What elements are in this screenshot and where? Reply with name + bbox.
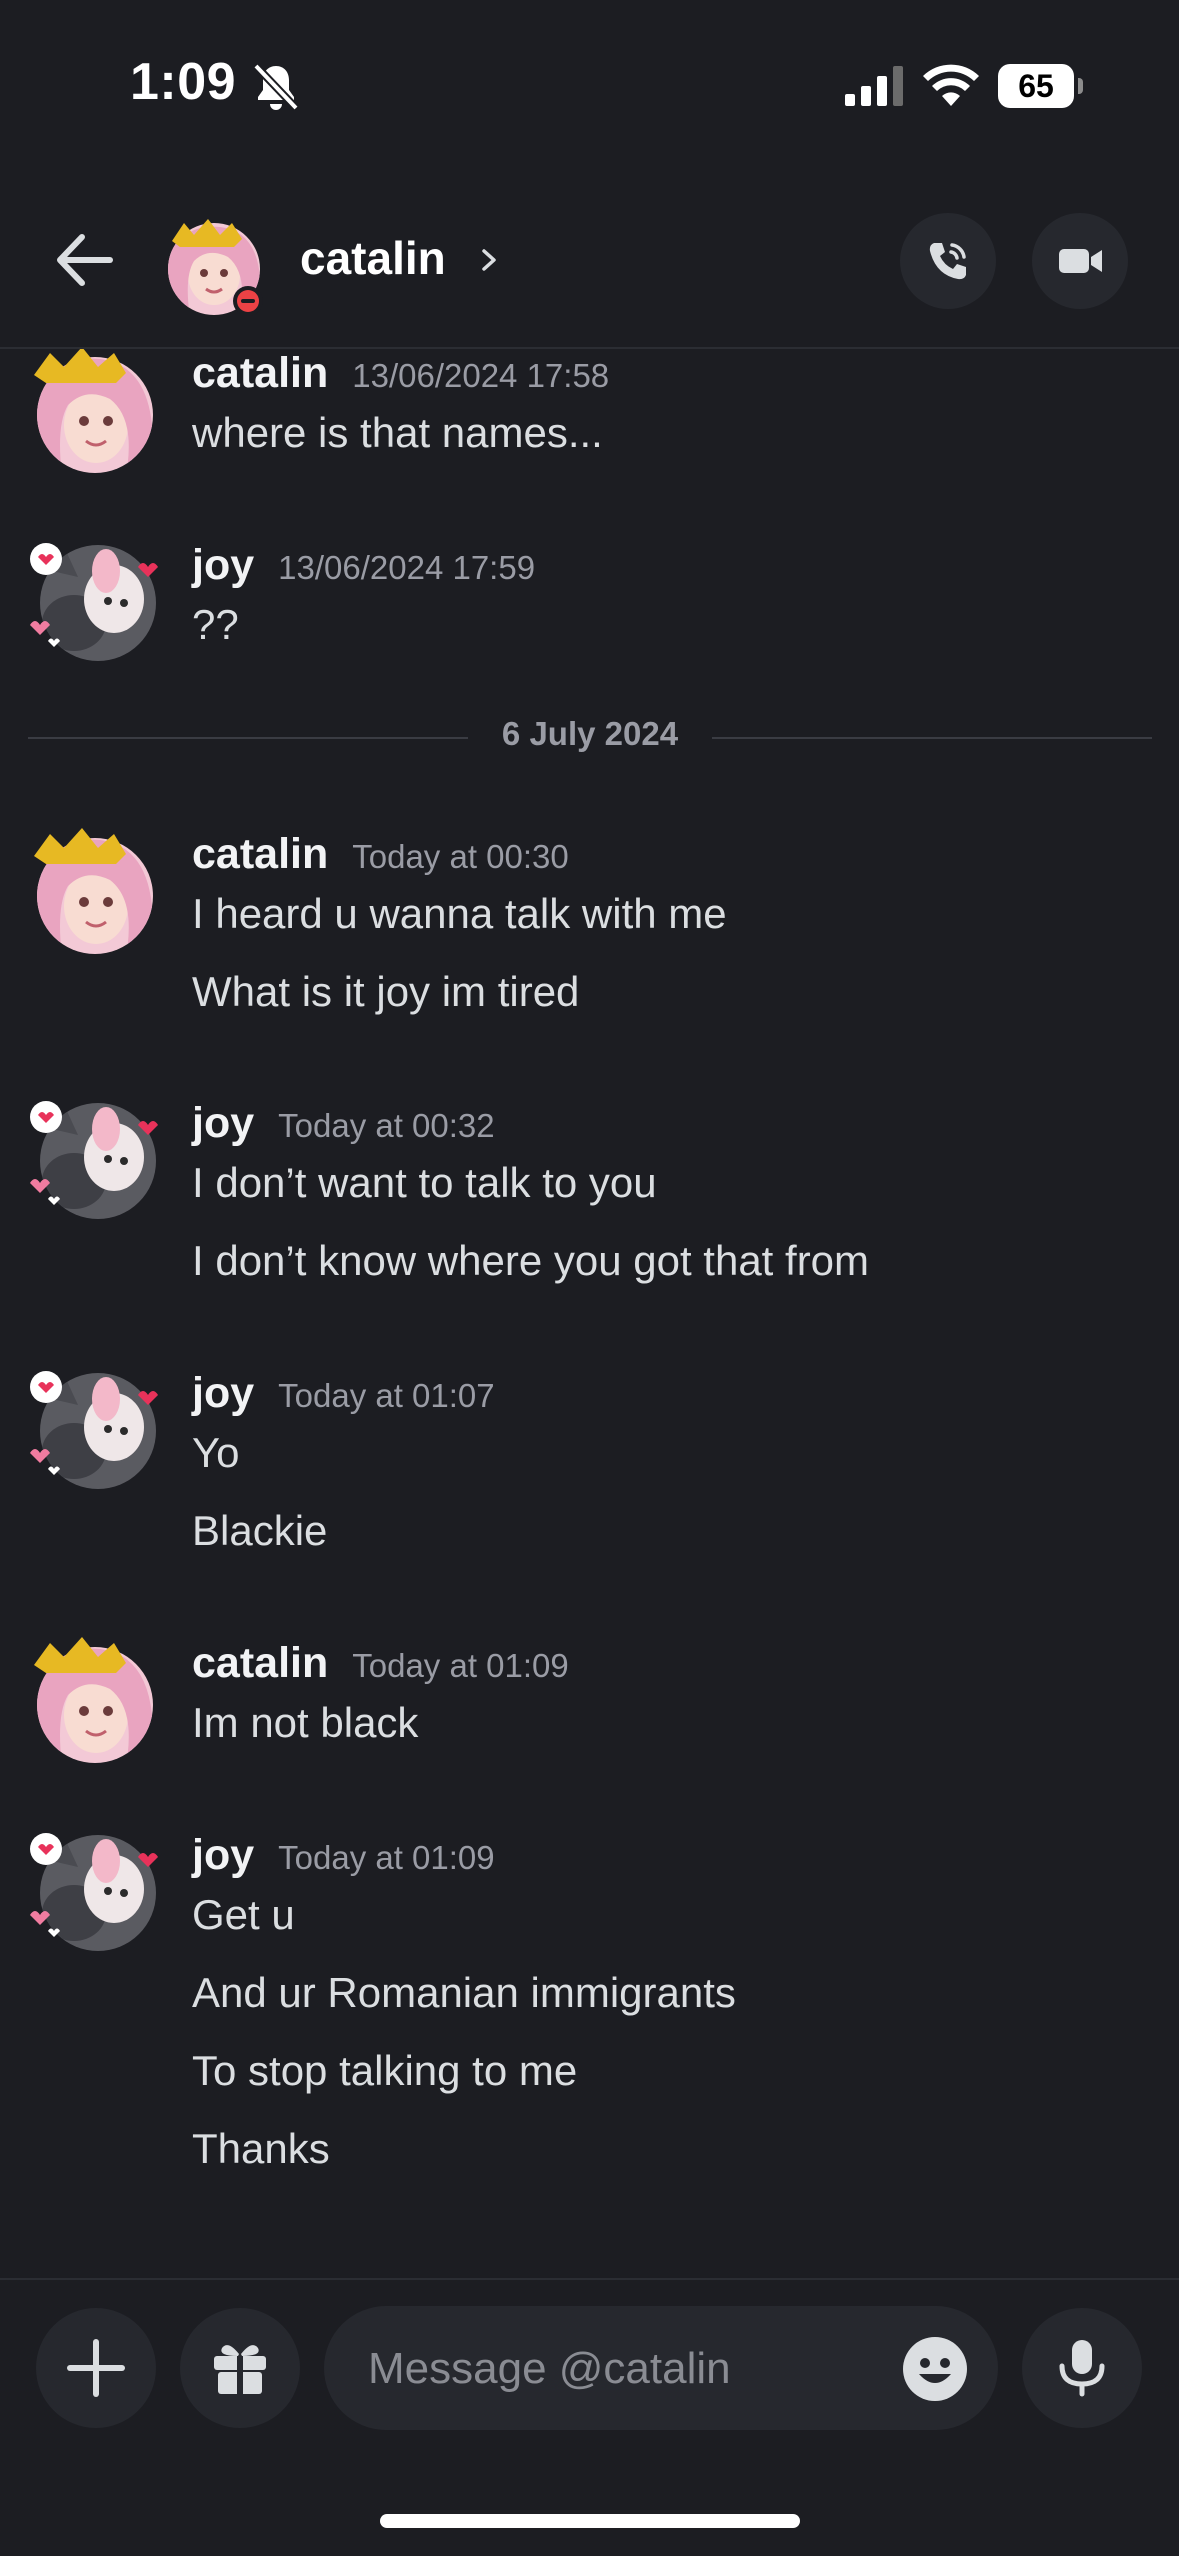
message-text[interactable]: Yo: [192, 1429, 240, 1477]
author-name[interactable]: joy: [192, 1369, 254, 1417]
message-text[interactable]: Blackie: [192, 1507, 327, 1555]
message-header: catalin 13/06/2024 17:58: [192, 349, 609, 405]
message-text[interactable]: To stop talking to me: [192, 2047, 577, 2095]
avatar-joy[interactable]: [28, 1095, 158, 1225]
avatar-catalin[interactable]: [28, 1635, 158, 1765]
date-divider: 6 July 2024: [28, 707, 1152, 767]
message-text[interactable]: I heard u wanna talk with me: [192, 890, 727, 938]
phone-icon: [929, 243, 966, 280]
avatar-catalin[interactable]: [28, 349, 158, 475]
message-text[interactable]: What is it joy im tired: [192, 968, 579, 1016]
message-text[interactable]: ??: [192, 601, 239, 649]
message-timestamp: Today at 01:07: [278, 1377, 495, 1414]
message-text[interactable]: I don’t know where you got that from: [192, 1237, 869, 1285]
avatar-joy[interactable]: [28, 1827, 158, 1957]
message-text[interactable]: And ur Romanian immigrants: [192, 1969, 736, 2017]
message-text[interactable]: Thanks: [192, 2125, 330, 2173]
message-header: joy Today at 01:07: [192, 1369, 495, 1425]
message-header: joy Today at 00:32: [192, 1099, 495, 1155]
header-title[interactable]: catalin: [300, 231, 446, 285]
gift-icon: [214, 2345, 266, 2394]
message-input[interactable]: Message @catalin: [324, 2306, 998, 2430]
message-timestamp: Today at 01:09: [352, 1647, 569, 1684]
signal-icon: [845, 66, 903, 106]
message-header: joy Today at 01:09: [192, 1831, 495, 1887]
message-text[interactable]: where is that names...: [192, 409, 603, 457]
divider-line: [712, 737, 1152, 739]
author-name[interactable]: catalin: [192, 1639, 328, 1687]
avatar-joy[interactable]: [28, 1365, 158, 1495]
divider-date: 6 July 2024: [501, 715, 679, 752]
message-text[interactable]: Im not black: [192, 1699, 418, 1747]
back-arrow-icon[interactable]: [52, 227, 118, 293]
battery-icon: 65: [998, 64, 1083, 108]
message-text[interactable]: Get u: [192, 1891, 295, 1939]
microphone-icon: [1059, 2340, 1105, 2397]
home-indicator[interactable]: [380, 2514, 800, 2528]
dm-screen: 1:09 65 catalin catalin 13/06/2024 17:58…: [0, 0, 1179, 2556]
avatar-joy[interactable]: [28, 537, 158, 667]
bell-off-icon: [253, 63, 299, 111]
author-name[interactable]: catalin: [192, 830, 328, 878]
author-name[interactable]: joy: [192, 1099, 254, 1147]
message-timestamp: Today at 00:32: [278, 1107, 495, 1144]
attach-plus-button[interactable]: [36, 2308, 156, 2428]
video-call-button[interactable]: [1032, 213, 1128, 309]
chevron-right-icon[interactable]: [478, 245, 500, 275]
voice-call-button[interactable]: [900, 213, 996, 309]
emoji-icon[interactable]: [902, 2336, 968, 2402]
header-avatar[interactable]: [164, 217, 264, 317]
battery-level: 65: [1018, 68, 1054, 104]
message-timestamp: 13/06/2024 17:59: [278, 549, 536, 586]
message-input-placeholder: Message @catalin: [368, 2344, 731, 2393]
status-bar: 1:09 65: [0, 0, 1179, 175]
author-name[interactable]: joy: [192, 541, 254, 589]
plus-icon: [67, 2339, 125, 2397]
message-list[interactable]: catalin 13/06/2024 17:58 where is that na…: [0, 349, 1179, 2279]
author-name[interactable]: joy: [192, 1831, 254, 1879]
message-header: catalin Today at 00:30: [192, 830, 569, 886]
wifi-icon: [923, 64, 979, 106]
message-timestamp: 13/06/2024 17:58: [352, 357, 610, 394]
message-header: joy 13/06/2024 17:59: [192, 541, 535, 597]
author-name[interactable]: catalin: [192, 349, 328, 397]
gift-button[interactable]: [180, 2308, 300, 2428]
voice-message-button[interactable]: [1022, 2308, 1142, 2428]
message-header: catalin Today at 01:09: [192, 1639, 569, 1695]
message-timestamp: Today at 00:30: [352, 838, 569, 875]
avatar-catalin[interactable]: [28, 826, 158, 956]
video-camera-icon: [1059, 249, 1102, 273]
dm-header: catalin: [0, 175, 1179, 349]
status-time: 1:09: [130, 53, 237, 111]
message-text[interactable]: I don’t want to talk to you: [192, 1159, 657, 1207]
message-timestamp: Today at 01:09: [278, 1839, 495, 1876]
